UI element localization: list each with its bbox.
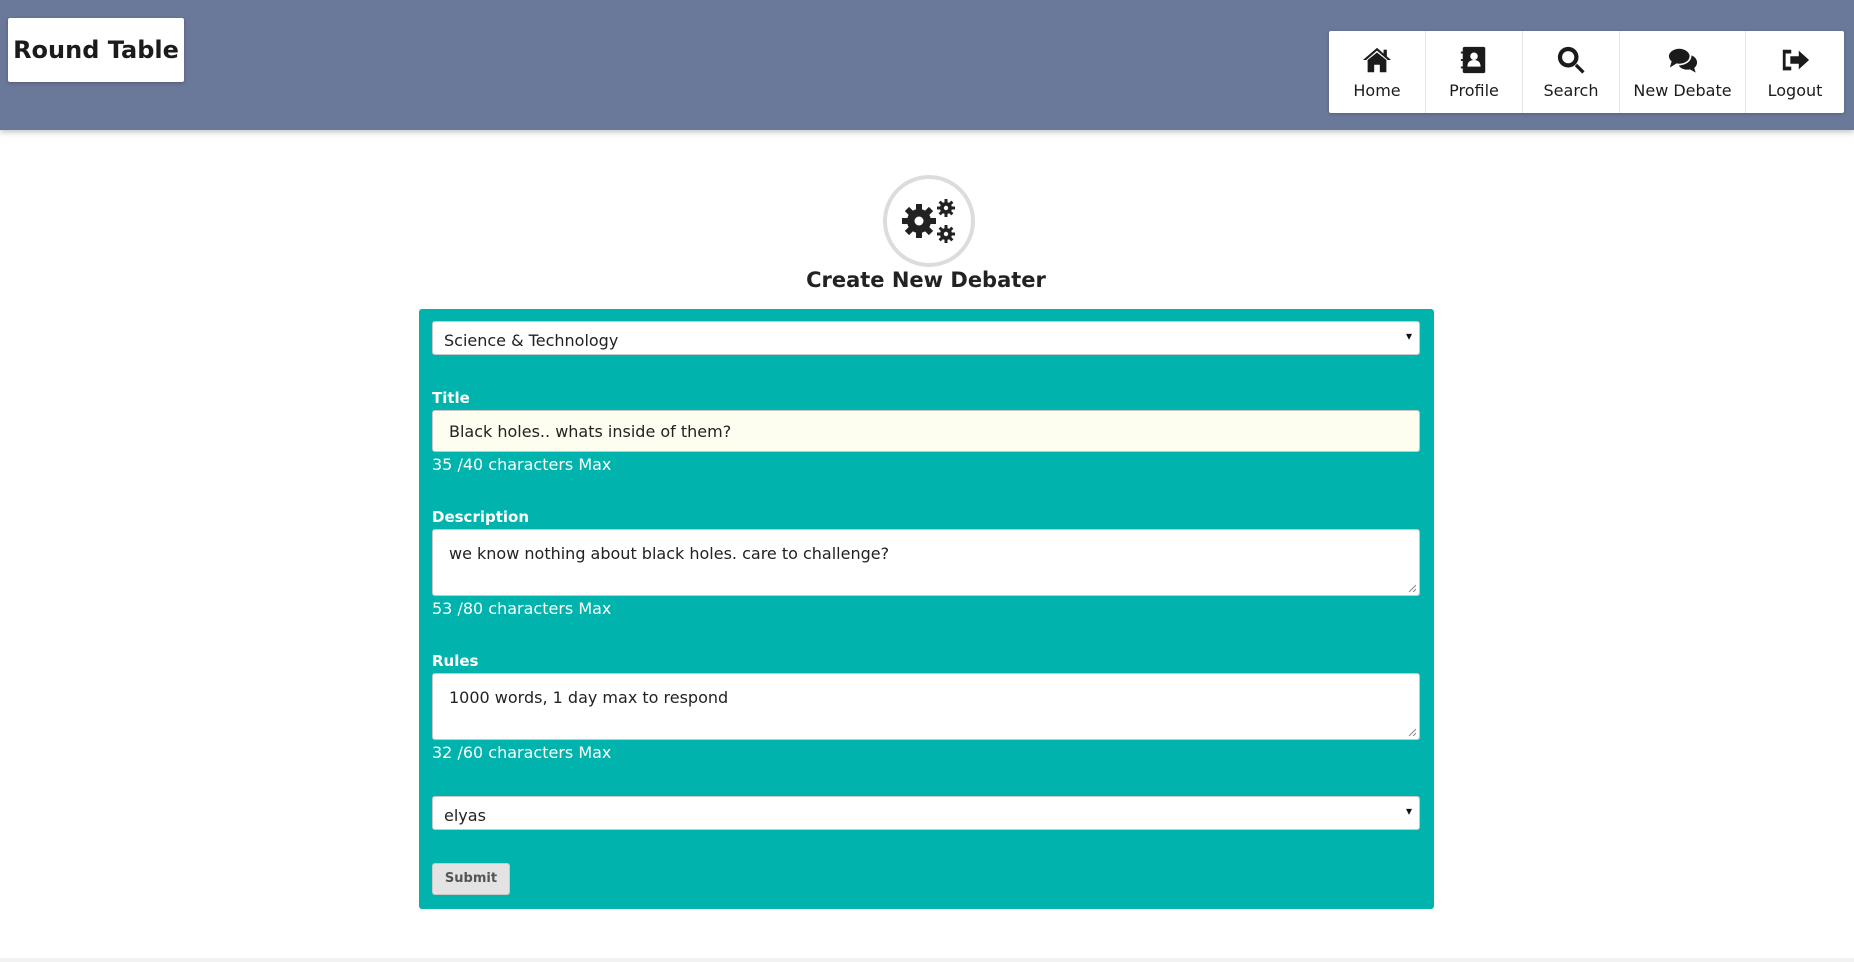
description-textarea[interactable]: we know nothing about black holes. care … xyxy=(432,529,1420,596)
chevron-down-icon: ▾ xyxy=(1405,804,1412,818)
title-input[interactable]: Black holes.. whats inside of them? xyxy=(432,410,1420,452)
rules-textarea[interactable]: 1000 words, 1 day max to respond xyxy=(432,673,1420,740)
footer-divider xyxy=(0,958,1854,962)
nav-profile-label: Profile xyxy=(1449,80,1499,100)
nav-search[interactable]: Search xyxy=(1523,31,1620,113)
top-navbar: Round Table Home Profile Search New Deba… xyxy=(0,0,1854,130)
nav-logout[interactable]: Logout xyxy=(1746,31,1844,113)
brand-logo[interactable]: Round Table xyxy=(8,18,184,82)
nav-home-label: Home xyxy=(1353,80,1401,100)
nav-profile[interactable]: Profile xyxy=(1426,31,1523,113)
nav-search-label: Search xyxy=(1543,80,1599,100)
opponent-select[interactable]: elyas ▾ xyxy=(432,796,1420,830)
page-title: Create New Debater xyxy=(806,268,1046,292)
rules-char-counter: 32 /60 characters Max xyxy=(432,743,612,762)
title-char-counter: 35 /40 characters Max xyxy=(432,455,612,474)
main-nav: Home Profile Search New Debate Logout xyxy=(1329,31,1844,113)
nav-logout-label: Logout xyxy=(1767,80,1823,100)
search-icon xyxy=(1557,46,1585,74)
home-icon xyxy=(1362,47,1392,72)
rules-textarea-value: 1000 words, 1 day max to respond xyxy=(449,688,729,707)
nav-new-debate[interactable]: New Debate xyxy=(1620,31,1746,113)
title-input-value: Black holes.. whats inside of them? xyxy=(449,422,732,441)
description-char-counter: 53 /80 characters Max xyxy=(432,599,612,618)
address-book-icon xyxy=(1460,46,1486,73)
description-textarea-value: we know nothing about black holes. care … xyxy=(449,544,890,563)
title-label: Title xyxy=(432,389,470,407)
comments-icon xyxy=(1668,48,1697,73)
create-debate-form: Science & Technology ▾ Title Black holes… xyxy=(419,309,1434,909)
category-select[interactable]: Science & Technology ▾ xyxy=(432,321,1420,355)
sign-out-icon xyxy=(1782,49,1810,70)
resize-handle-icon[interactable] xyxy=(1408,584,1416,592)
page-icon-badge xyxy=(883,175,975,267)
cogs-icon xyxy=(902,199,955,243)
opponent-select-value: elyas xyxy=(444,806,486,825)
submit-button[interactable]: Submit xyxy=(432,863,510,895)
rules-label: Rules xyxy=(432,652,479,670)
resize-handle-icon[interactable] xyxy=(1408,728,1416,736)
chevron-down-icon: ▾ xyxy=(1405,329,1412,343)
category-select-value: Science & Technology xyxy=(444,331,619,350)
nav-home[interactable]: Home xyxy=(1329,31,1426,113)
nav-new-debate-label: New Debate xyxy=(1633,80,1732,100)
description-label: Description xyxy=(432,508,530,526)
